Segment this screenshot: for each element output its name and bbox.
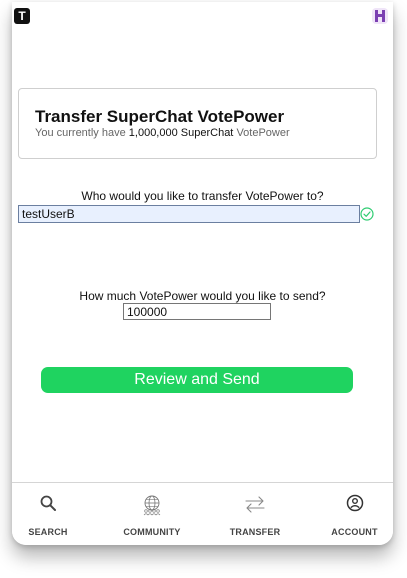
app-screen: T Transfer SuperChat VotePower You curre… [12,2,393,545]
nav-label-search: SEARCH [28,527,68,537]
recipient-input[interactable] [18,205,360,223]
app-logo-letter: T [18,9,26,23]
search-icon [40,495,56,511]
nav-label-transfer: TRANSFER [229,527,281,537]
app-logo[interactable]: T [14,8,30,24]
nav-item-account[interactable]: ACCOUNT [316,483,393,545]
bottom-nav: SEARCH COMMUNITY TRANSFER ACCOUNT [12,482,393,545]
recipient-question: Who would you like to transfer VotePower… [81,189,324,203]
review-and-send-button[interactable]: Review and Send [41,367,353,393]
check-circle-icon [360,207,374,221]
amount-question: How much VotePower would you like to sen… [79,289,326,303]
balance-suffix: VotePower [236,127,290,139]
balance-text: You currently have 1,000,000 SuperChat V… [35,127,290,139]
balance-prefix: You currently have [35,127,126,139]
nav-item-transfer[interactable]: TRANSFER [215,483,295,545]
page-title: Transfer SuperChat VotePower [35,107,285,126]
nav-label-community: COMMUNITY [123,527,181,537]
balance-amount: 1,000,000 SuperChat [128,127,234,139]
user-avatar-icon[interactable] [371,7,389,25]
account-icon [346,494,363,512]
amount-input[interactable] [123,303,271,320]
nav-item-search[interactable]: SEARCH [12,483,84,545]
transfer-summary-card: Transfer SuperChat VotePower You current… [18,88,377,159]
transfer-arrows-icon [245,496,265,513]
globe-community-icon [143,495,161,516]
nav-label-account: ACCOUNT [331,527,378,537]
nav-item-community[interactable]: COMMUNITY [112,483,192,545]
